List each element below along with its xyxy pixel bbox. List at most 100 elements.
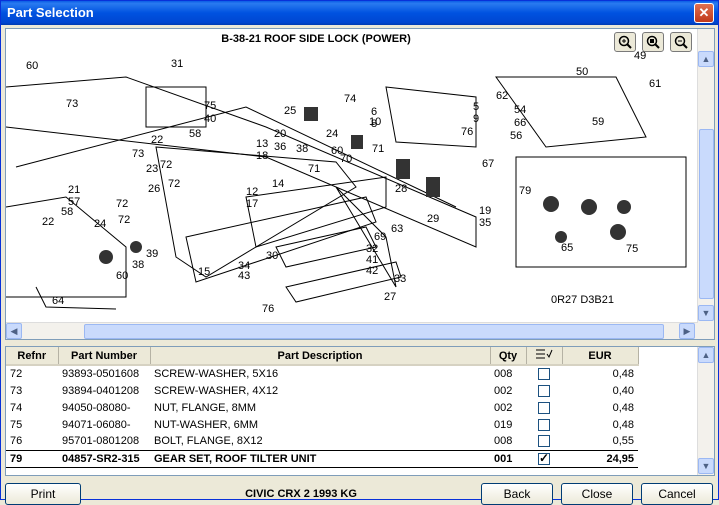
- cell-select: [526, 416, 562, 433]
- svg-text:62: 62: [496, 90, 508, 102]
- svg-text:33: 33: [394, 273, 406, 285]
- grid-vertical-scrollbar[interactable]: ▲ ▼: [697, 347, 714, 475]
- diagram-viewer[interactable]: B-38-21 ROOF SIDE LOCK (POWER) 60 31 50 …: [5, 28, 715, 340]
- svg-text:19: 19: [479, 205, 491, 217]
- cell-select: [526, 365, 562, 382]
- vehicle-status: CIVIC CRX 2 1993 KG: [245, 488, 357, 500]
- grid-scroll-up-icon[interactable]: ▲: [698, 347, 714, 363]
- cell-select: [526, 382, 562, 399]
- cell-qty: 001: [490, 449, 526, 468]
- select-checkbox[interactable]: [538, 418, 550, 431]
- cell-refnr: 76: [10, 435, 23, 448]
- select-checkbox[interactable]: [538, 451, 550, 465]
- select-checkbox[interactable]: [538, 435, 550, 448]
- cell-qty: 002: [494, 384, 513, 397]
- parts-table: Refnr Part Number Part Description Qty E…: [6, 347, 639, 468]
- svg-text:10: 10: [369, 116, 381, 128]
- svg-text:75: 75: [626, 243, 638, 255]
- svg-text:14: 14: [272, 178, 284, 190]
- cell-qty: 019: [494, 418, 513, 431]
- cell-refnr: 73: [10, 384, 23, 397]
- select-checkbox[interactable]: [538, 401, 550, 414]
- svg-text:72: 72: [116, 198, 128, 210]
- header-eur[interactable]: EUR: [562, 347, 639, 366]
- diagram-vertical-scrollbar[interactable]: ▲ ▼: [697, 29, 714, 339]
- svg-text:61: 61: [649, 78, 661, 90]
- svg-text:18: 18: [256, 150, 268, 162]
- svg-text:35: 35: [479, 217, 491, 229]
- cancel-button[interactable]: Cancel: [641, 483, 713, 505]
- svg-text:63: 63: [391, 223, 403, 235]
- diagram-title: B-38-21 ROOF SIDE LOCK (POWER): [221, 33, 411, 45]
- back-button[interactable]: Back: [481, 483, 553, 505]
- table-row[interactable]: 79 04857-SR2-315 GEAR SET, ROOF TILTER UNI…: [6, 449, 638, 468]
- close-window-icon[interactable]: ✕: [694, 3, 714, 23]
- cell-refnr: 74: [10, 401, 23, 414]
- cell-eur: 0,40: [612, 384, 634, 397]
- svg-text:49: 49: [634, 50, 646, 62]
- diagram-vscroll-thumb[interactable]: [699, 129, 714, 299]
- svg-text:60: 60: [26, 60, 38, 72]
- svg-text:38: 38: [132, 259, 144, 271]
- header-refnr[interactable]: Refnr: [6, 347, 59, 366]
- cell-eur: 0,55: [612, 435, 634, 448]
- cell-eur: 0,48: [612, 368, 634, 380]
- table-row[interactable]: 73 93894-0401208 SCREW-WASHER, 4X12 002 0,40: [6, 382, 638, 399]
- cell-refnr: 72: [10, 368, 23, 380]
- svg-text:23: 23: [146, 163, 158, 175]
- svg-text:15: 15: [198, 266, 210, 278]
- svg-text:76: 76: [461, 126, 473, 138]
- cell-select: [526, 433, 562, 450]
- svg-text:21: 21: [68, 184, 80, 196]
- close-button[interactable]: Close: [561, 483, 633, 505]
- svg-text:56: 56: [510, 130, 522, 142]
- table-header-row: Refnr Part Number Part Description Qty E…: [6, 347, 639, 366]
- diagram-hscroll-thumb[interactable]: [84, 324, 664, 339]
- diagram-horizontal-scrollbar[interactable]: ◀ ▶: [6, 322, 698, 339]
- svg-text:73: 73: [132, 148, 144, 160]
- select-checkbox[interactable]: [538, 384, 550, 397]
- table-row[interactable]: 75 94071-06080- NUT-WASHER, 6MM 019 0,48: [6, 416, 638, 433]
- cell-part-number: 04857-SR2-315: [58, 449, 150, 468]
- scroll-down-icon[interactable]: ▼: [698, 305, 714, 321]
- table-row[interactable]: 76 95701-0801208 BOLT, FLANGE, 8X12 008 0,55: [6, 433, 638, 450]
- svg-text:29: 29: [427, 213, 439, 225]
- cell-part-description: BOLT, FLANGE, 8X12: [154, 435, 263, 448]
- svg-text:27: 27: [384, 291, 396, 303]
- svg-text:22: 22: [151, 134, 163, 146]
- svg-text:72: 72: [160, 159, 172, 171]
- window-title: Part Selection: [7, 5, 94, 20]
- scroll-right-icon[interactable]: ▶: [679, 323, 695, 339]
- cell-part-description: NUT, FLANGE, 8MM: [154, 401, 257, 414]
- cell-part-number: 94050-08080-: [62, 401, 131, 414]
- header-select-icon[interactable]: [526, 347, 563, 366]
- cell-select: [526, 399, 562, 416]
- header-part-number[interactable]: Part Number: [58, 347, 151, 366]
- svg-text:50: 50: [576, 66, 588, 78]
- svg-text:64: 64: [52, 295, 64, 307]
- svg-text:30: 30: [266, 250, 278, 262]
- select-checkbox[interactable]: [538, 368, 550, 381]
- header-part-description[interactable]: Part Description: [150, 347, 491, 366]
- svg-text:22: 22: [42, 216, 54, 228]
- print-button[interactable]: Print: [5, 483, 81, 505]
- scroll-up-icon[interactable]: ▲: [698, 51, 714, 67]
- grid-scroll-down-icon[interactable]: ▼: [698, 458, 714, 474]
- svg-text:73: 73: [66, 98, 78, 110]
- svg-text:5: 5: [473, 101, 479, 113]
- svg-text:75: 75: [204, 100, 216, 112]
- svg-text:39: 39: [146, 248, 158, 260]
- part-selection-window: Part Selection ✕ B-38-21 ROOF SIDE LOCK …: [0, 0, 719, 505]
- cell-eur: 24,95: [562, 449, 638, 468]
- svg-text:36: 36: [274, 141, 286, 153]
- table-row[interactable]: 74 94050-08080- NUT, FLANGE, 8MM 002 0,48: [6, 399, 638, 416]
- header-qty[interactable]: Qty: [490, 347, 527, 366]
- svg-text:26: 26: [148, 183, 160, 195]
- cell-refnr: 75: [10, 418, 23, 431]
- svg-text:58: 58: [189, 128, 201, 140]
- svg-text:70: 70: [340, 153, 352, 165]
- table-row[interactable]: 72 93893-0501608 SCREW-WASHER, 5X16 008 0,48: [6, 365, 638, 382]
- svg-text:74: 74: [344, 93, 356, 105]
- scroll-left-icon[interactable]: ◀: [6, 323, 22, 339]
- exploded-parts-diagram: 60 315049 617468 73 754025 596254 66 591076…: [6, 50, 687, 315]
